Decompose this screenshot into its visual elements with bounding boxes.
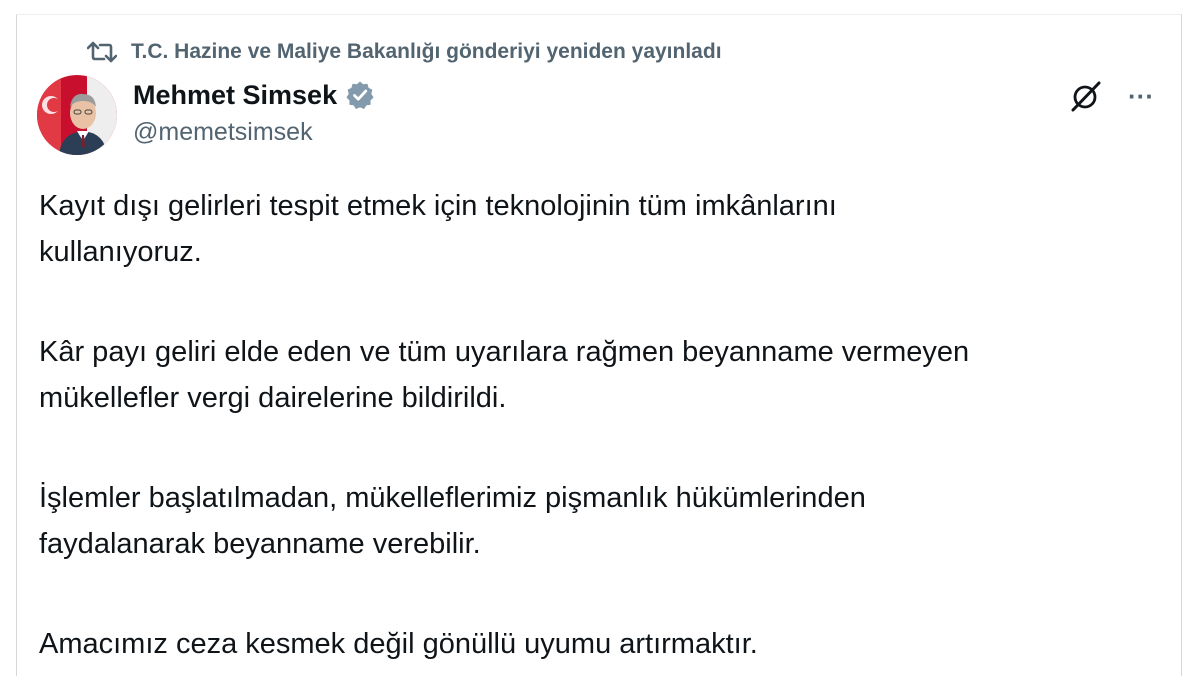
avatar-image bbox=[37, 75, 117, 155]
tweet-paragraph: Amacımız ceza kesmek değil gönüllü uyumu… bbox=[39, 628, 758, 660]
tweet-paragraph: Kayıt dışı gelirleri tespit etmek için t… bbox=[39, 190, 837, 268]
repost-text[interactable]: T.C. Hazine ve Maliye Bakanlığı gönderiy… bbox=[131, 40, 722, 64]
tweet-card[interactable]: T.C. Hazine ve Maliye Bakanlığı gönderiy… bbox=[16, 14, 1182, 676]
verified-badge-icon[interactable] bbox=[345, 80, 375, 110]
repost-icon bbox=[87, 41, 117, 63]
author-name[interactable]: Mehmet Simsek bbox=[133, 80, 337, 111]
tweet-paragraph: Kâr payı geliri elde eden ve tüm uyarıla… bbox=[39, 336, 970, 414]
more-options-icon[interactable]: ··· bbox=[1123, 81, 1159, 111]
author-handle[interactable]: @memetsimsek bbox=[133, 118, 313, 147]
repost-indicator[interactable]: T.C. Hazine ve Maliye Bakanlığı gönderiy… bbox=[87, 37, 722, 67]
avatar[interactable] bbox=[37, 75, 117, 155]
tweet-paragraph: İşlemler başlatılmadan, mükelleflerimiz … bbox=[39, 482, 866, 560]
tweet-text: Kayıt dışı gelirleri tespit etmek için t… bbox=[39, 183, 1159, 667]
author-name-row[interactable]: Mehmet Simsek bbox=[133, 77, 375, 113]
grok-icon[interactable] bbox=[1069, 79, 1103, 113]
